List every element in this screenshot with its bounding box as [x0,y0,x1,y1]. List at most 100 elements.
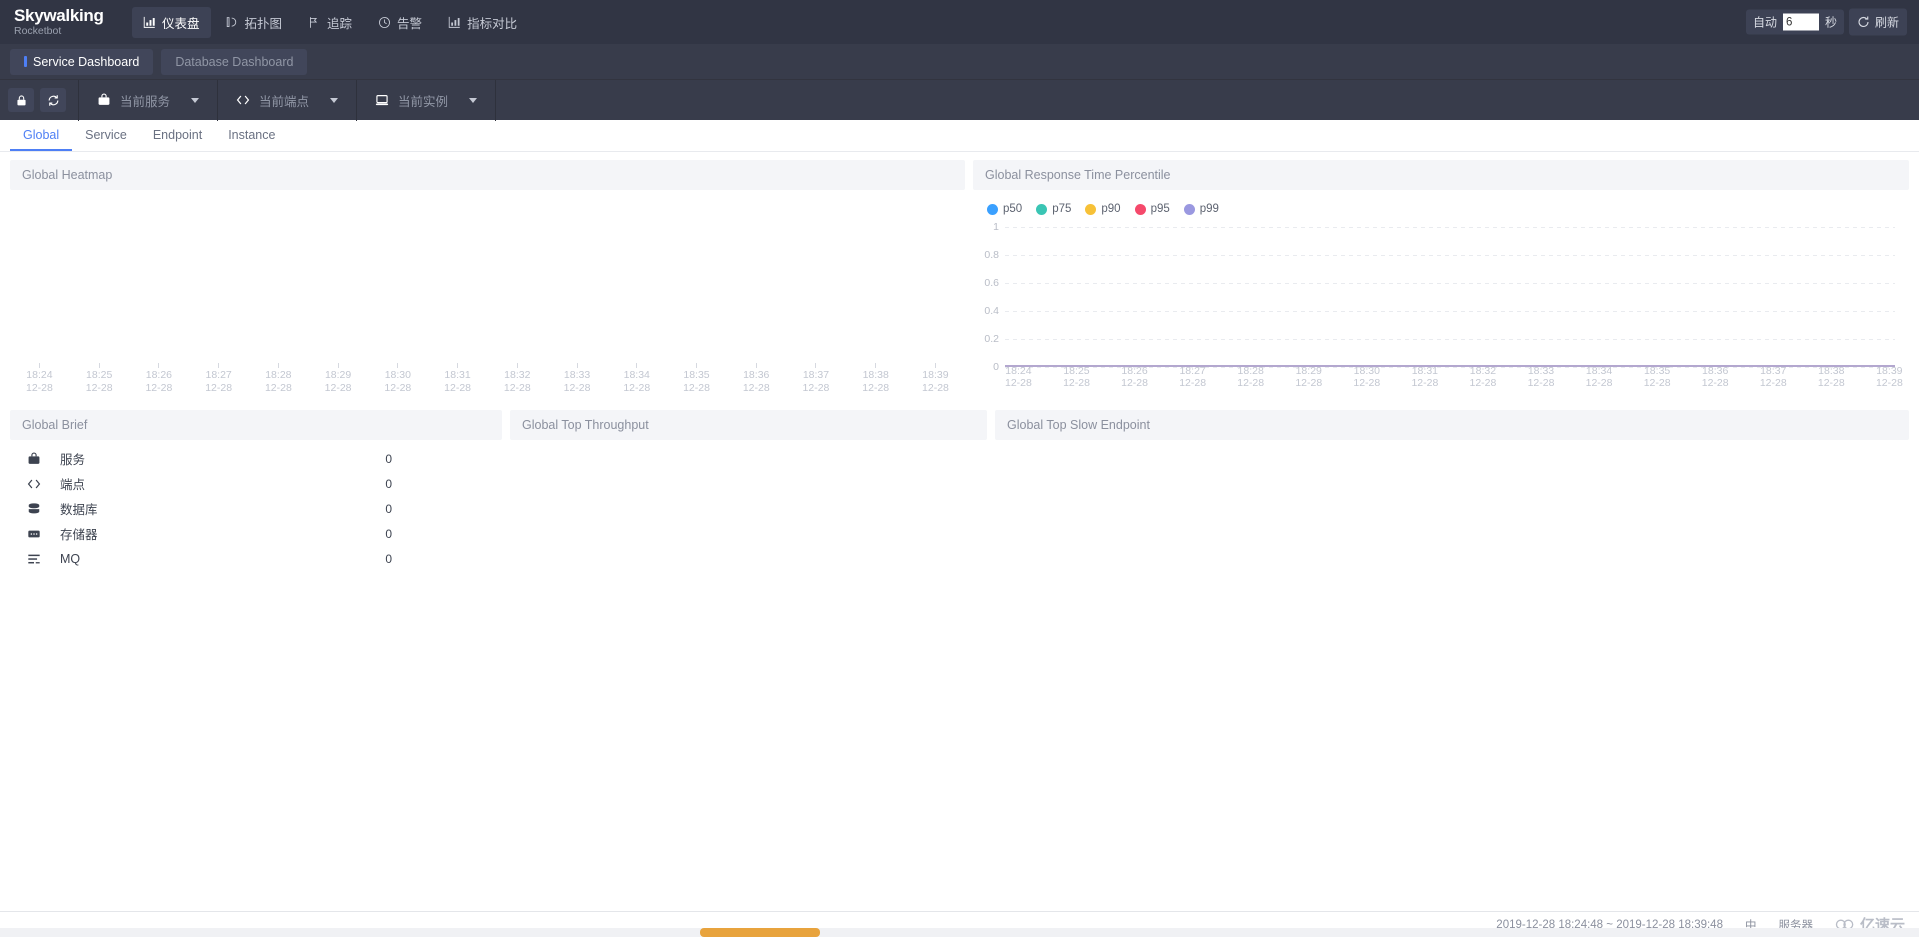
brief-row-value: 0 [385,476,392,491]
brief-row-value: 0 [385,451,392,466]
tick-time: 18:37 [1760,365,1787,377]
legend-item-p75[interactable]: p75 [1036,203,1071,215]
tab-global[interactable]: Global [10,120,73,151]
global-top-slow-endpoint-panel: Global Top Slow Endpoint [995,410,1909,560]
global-top-slow-endpoint-body[interactable] [995,440,1909,560]
legend-item-p95[interactable]: p95 [1134,203,1170,215]
heatmap-x-tick: 18:38 12-28 [862,363,889,394]
service-selector[interactable]: 当前服务 [85,91,211,110]
charts-row: Global Heatmap 18:24 12-28 18:25 12-28 18:26… [0,160,1919,402]
tab-global-label: Global [23,127,60,142]
mq-icon [26,552,42,566]
legend-item-p50[interactable]: p50 [987,203,1022,215]
percentile-x-tick: 18:39 12-28 [1876,365,1903,389]
nav-item-alarm[interactable]: 告警 [367,7,433,38]
tick-mark [158,363,160,368]
legend-color-swatch [987,203,998,215]
service-icon [98,93,110,105]
dashboard-content: Global Heatmap 18:24 12-28 18:25 12-28 18:26… [0,152,1919,937]
horizontal-scrollbar[interactable] [0,928,1919,937]
percentile-x-tick: 18:31 12-28 [1411,365,1438,389]
global-top-throughput-body[interactable] [510,440,987,560]
percentile-grid [1005,227,1895,368]
endpoint-selector-label: 当前端点 [259,94,310,109]
reload-button[interactable] [40,88,66,112]
brief-row: MQ 0 [10,546,502,571]
tick-date: 12-28 [1759,377,1787,389]
dashboard-tab-service[interactable]: Service Dashboard [10,48,154,75]
percentile-x-tick: 18:35 12-28 [1644,365,1671,389]
heatmap-x-tick: 18:27 12-28 [205,363,232,394]
gridline [1005,227,1895,228]
tick-time: 18:35 [1643,365,1671,377]
global-top-throughput-title: Global Top Throughput [510,410,987,440]
tab-endpoint[interactable]: Endpoint [140,120,215,151]
tick-time: 18:33 [1527,365,1555,377]
tick-mark [576,363,578,368]
brief-row: 数据库 0 [10,496,502,521]
tick-mark [337,363,339,368]
percentile-plot[interactable]: 1 0.8 0.6 0.4 0.2 0 18:24 12-28 18:25 12-28 18:26… [973,222,1909,389]
tick-time: 18:34 [623,369,650,381]
gridline [1005,283,1895,284]
tick-time: 18:38 [1818,365,1845,377]
tick-mark [815,363,817,368]
tick-mark [457,363,459,368]
tick-time: 18:32 [1469,365,1497,377]
global-heatmap-body[interactable]: 18:24 12-28 18:25 12-28 18:26 12-28 18:27 12-28… [10,190,965,402]
heatmap-x-tick: 18:39 12-28 [922,363,949,394]
tab-instance[interactable]: Instance [215,120,288,151]
heatmap-x-tick: 18:36 12-28 [743,363,770,394]
nav-item-compare[interactable]: 指标对比 [437,7,528,38]
refresh-button[interactable]: 刷新 [1848,8,1907,36]
y-axis-tick-label: 0 [993,360,999,373]
legend-item-p99[interactable]: p99 [1183,203,1219,215]
reload-icon [48,94,58,106]
top-navigation-bar: Skywalking Rocketbot 仪表盘 拓扑图 追踪 告警 指标对比 … [0,0,1919,44]
tick-mark [696,363,697,368]
nav-item-topology[interactable]: 拓扑图 [215,7,294,38]
brief-row-label: 存储器 [60,528,98,542]
seconds-label: 秒 [1824,15,1837,30]
endpoint-selector[interactable]: 当前端点 [224,91,350,110]
tick-date: 12-28 [1701,377,1729,389]
legend-color-swatch [1036,203,1048,215]
global-brief-list: 服务 0 端点 0 数据库 0 存储器 0 MQ 0 [10,440,502,571]
dashboard-tab-database[interactable]: Database Dashboard [161,48,308,75]
percentile-x-tick: 18:33 12-28 [1528,365,1555,389]
tick-date: 12-28 [1469,377,1497,389]
percentile-x-tick: 18:28 12-28 [1237,365,1264,389]
global-heatmap-panel: Global Heatmap 18:24 12-28 18:25 12-28 18:26… [10,160,965,402]
legend-label: p95 [1150,203,1170,215]
auto-refresh-group[interactable]: 自动 秒 [1745,9,1844,35]
percentile-x-tick: 18:25 12-28 [1063,365,1090,389]
tick-time: 18:27 [205,369,232,381]
tick-time: 18:35 [683,369,710,381]
legend-item-p90[interactable]: p90 [1085,203,1121,215]
tab-service[interactable]: Service [72,120,140,151]
lock-button[interactable] [8,88,34,112]
legend-label: p50 [1003,203,1023,215]
nav-item-dashboard[interactable]: 仪表盘 [132,6,211,38]
auto-refresh-interval-input[interactable] [1782,13,1819,31]
service-icon [26,452,42,466]
percentile-x-tick: 18:37 12-28 [1760,365,1787,389]
percentile-x-tick: 18:32 12-28 [1470,365,1497,389]
tick-date: 12-28 [563,382,591,394]
brand-name: Skywalking [14,6,104,26]
tick-date: 12-28 [1817,377,1845,389]
brief-row: 端点 0 [10,471,502,496]
scrollbar-thumb[interactable] [700,928,820,937]
nav-item-trace[interactable]: 追踪 [297,7,363,38]
percentile-x-tick: 18:26 12-28 [1121,365,1148,389]
tick-time: 18:28 [1237,365,1264,377]
global-percentile-body[interactable]: p50 p75 p90 p95 p99 1 0.8 0.6 0.4 0.2 0 18:24 12-2… [973,190,1909,389]
tick-time: 18:36 [743,369,770,381]
instance-selector[interactable]: 当前实例 [363,91,489,110]
percentile-x-axis: 18:24 12-28 18:25 12-28 18:26 12-28 18:27 12-28… [1005,365,1903,389]
tick-date: 12-28 [444,382,471,394]
tick-date: 12-28 [922,382,949,394]
app-logo[interactable]: Skywalking Rocketbot [14,7,106,37]
percentile-x-tick: 18:30 12-28 [1353,365,1380,389]
tick-date: 12-28 [802,382,830,394]
